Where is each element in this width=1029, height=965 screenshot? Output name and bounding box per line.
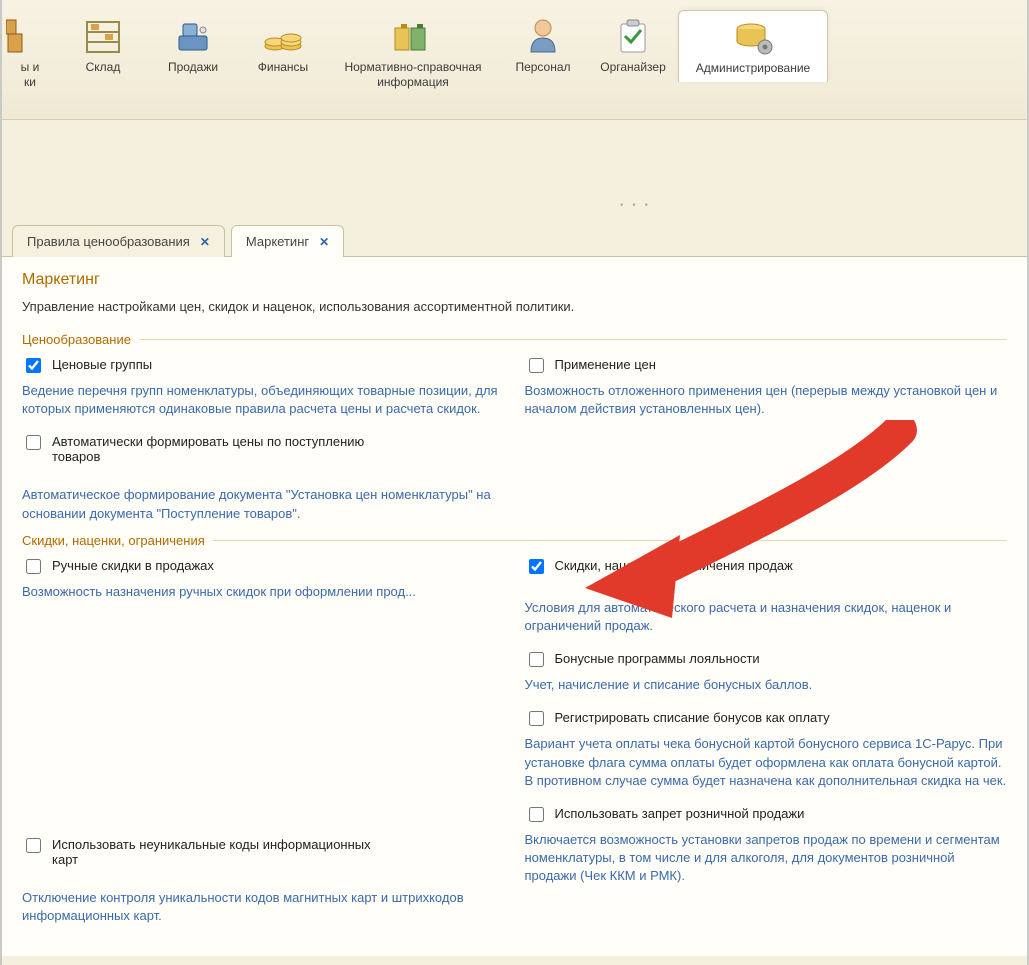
desc-bonus-as-payment: Вариант учета оплаты чека бонусной карто… bbox=[525, 735, 1008, 790]
toolbar-item-organizer[interactable]: Органайзер bbox=[588, 10, 678, 81]
toolbar-item-sales[interactable]: Продажи bbox=[148, 10, 238, 81]
checkbox-retail-ban[interactable] bbox=[529, 807, 544, 822]
label-discounts-limits: Скидки, наценки и ограничения продаж bbox=[555, 558, 793, 573]
tab-pricing-rules[interactable]: Правила ценообразования ✕ bbox=[12, 225, 225, 257]
label-auto-prices: Автоматически формировать цены по поступ… bbox=[52, 434, 372, 464]
desc-auto-prices: Автоматическое формирование документа "У… bbox=[22, 486, 505, 522]
clipboard-check-icon bbox=[609, 16, 657, 56]
page-subtitle: Управление настройками цен, скидок и нац… bbox=[22, 299, 1007, 314]
toolbar-item-warehouse[interactable]: Склад bbox=[58, 10, 148, 81]
desc-discounts-limits: Условия для автоматического расчета и на… bbox=[525, 599, 1008, 635]
drag-handle-icon: • • • bbox=[620, 200, 651, 211]
tab-marketing[interactable]: Маркетинг ✕ bbox=[231, 225, 344, 257]
tab-label: Маркетинг bbox=[246, 234, 309, 249]
group-header-discounts: Скидки, наценки, ограничения bbox=[22, 533, 1007, 548]
checkbox-bonus-programs[interactable] bbox=[529, 652, 544, 667]
desc-nonunique-cards: Отключение контроля уникальности кодов м… bbox=[22, 889, 505, 925]
label-bonus-as-payment: Регистрировать списание бонусов как опла… bbox=[555, 710, 830, 725]
tab-strip: Правила ценообразования ✕ Маркетинг ✕ bbox=[2, 224, 1027, 256]
tab-label: Правила ценообразования bbox=[27, 234, 190, 249]
label-manual-discounts: Ручные скидки в продажах bbox=[52, 558, 214, 573]
settings-panel: Маркетинг Управление настройками цен, ск… bbox=[2, 256, 1027, 956]
close-icon[interactable]: ✕ bbox=[319, 235, 329, 249]
label-nonunique-cards: Использовать неуникальные коды информаци… bbox=[52, 837, 372, 867]
desc-apply-prices: Возможность отложенного применения цен (… bbox=[525, 382, 1008, 418]
label-price-groups: Ценовые группы bbox=[52, 357, 152, 372]
desc-price-groups: Ведение перечня групп номенклатуры, объе… bbox=[22, 382, 505, 418]
toolbar-item-personnel[interactable]: Персонал bbox=[498, 10, 588, 81]
label-apply-prices: Применение цен bbox=[555, 357, 656, 372]
group-header-pricing: Ценообразование bbox=[22, 332, 1007, 347]
boxes-icon bbox=[6, 16, 54, 56]
checkbox-bonus-as-payment[interactable] bbox=[529, 711, 544, 726]
coins-icon bbox=[259, 16, 307, 56]
checkbox-nonunique-cards[interactable] bbox=[26, 838, 41, 853]
page-title: Маркетинг bbox=[22, 271, 1007, 289]
toolbar-item-cut[interactable]: ы ики bbox=[2, 10, 58, 96]
shelves-icon bbox=[79, 16, 127, 56]
checkbox-auto-prices[interactable] bbox=[26, 435, 41, 450]
toolbar-item-finance[interactable]: Финансы bbox=[238, 10, 328, 81]
folders-icon bbox=[389, 16, 437, 56]
main-toolbar: ы ики Склад Продажи Финансы Нормативно-с… bbox=[2, 0, 1027, 120]
desc-manual-discounts: Возможность назначения ручных скидок при… bbox=[22, 583, 505, 601]
desc-bonus-programs: Учет, начисление и списание бонусных бал… bbox=[525, 676, 1008, 694]
checkbox-manual-discounts[interactable] bbox=[26, 559, 41, 574]
desc-retail-ban: Включается возможность установки запрето… bbox=[525, 831, 1008, 886]
close-icon[interactable]: ✕ bbox=[200, 235, 210, 249]
database-gear-icon bbox=[729, 17, 777, 57]
label-retail-ban: Использовать запрет розничной продажи bbox=[555, 806, 805, 821]
toolbar-item-reference[interactable]: Нормативно-справочнаяинформация bbox=[328, 10, 498, 96]
checkbox-discounts-limits[interactable] bbox=[529, 559, 544, 574]
toolbar-item-administration[interactable]: Администрирование bbox=[678, 10, 828, 82]
checkbox-apply-prices[interactable] bbox=[529, 358, 544, 373]
label-bonus-programs: Бонусные программы лояльности bbox=[555, 651, 760, 666]
cash-register-icon bbox=[169, 16, 217, 56]
person-icon bbox=[519, 16, 567, 56]
checkbox-price-groups[interactable] bbox=[26, 358, 41, 373]
